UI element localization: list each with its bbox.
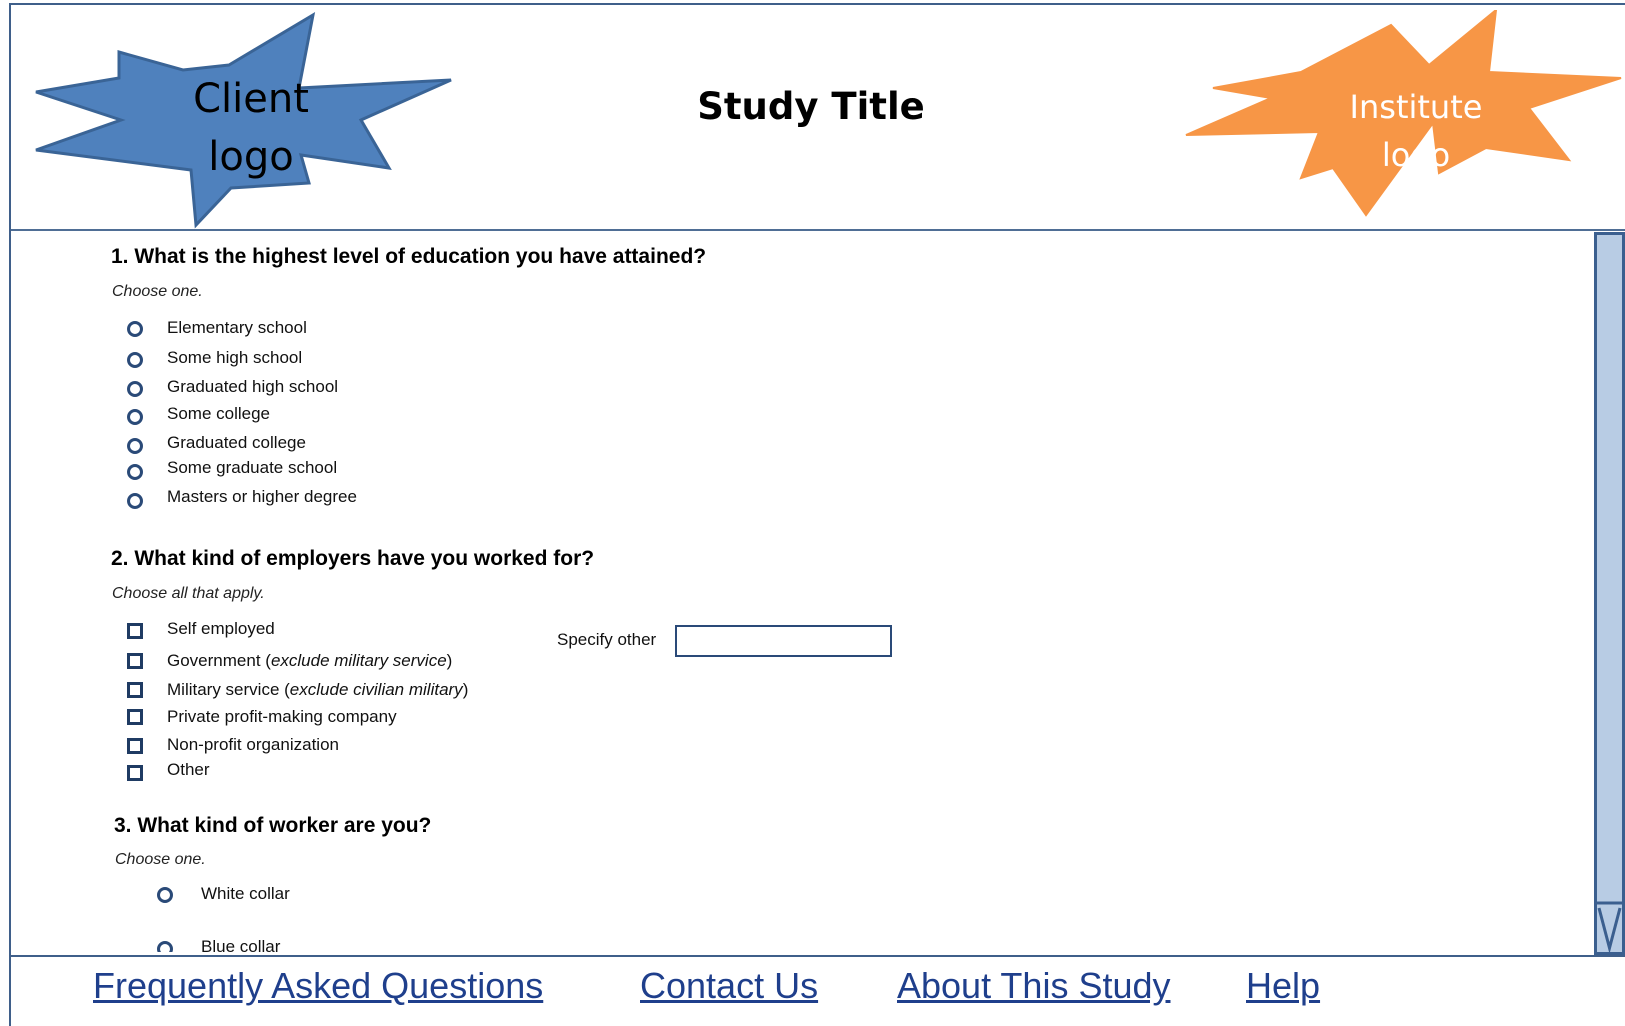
option-label: Some graduate school [167, 458, 338, 477]
checkbox-private-company[interactable] [127, 709, 143, 725]
specify-other-input[interactable] [675, 625, 892, 657]
option-label: Government (exclude military service) [167, 651, 452, 671]
scroll-down-arrow-icon[interactable] [1597, 900, 1622, 952]
option-label: Graduated college [167, 433, 306, 452]
checkbox-non-profit[interactable] [127, 738, 143, 754]
option-label: Some high school [167, 348, 303, 367]
header: Client logo Study Title Institute logo [11, 5, 1625, 231]
radio-some-high-school[interactable] [127, 352, 143, 368]
option-qualifier: exclude civilian military [289, 680, 463, 699]
option-label: Some college [167, 404, 271, 423]
question-3-note: Choose one. [115, 851, 206, 868]
about-study-link[interactable]: About This Study [897, 965, 1171, 1007]
option-label: Other [167, 760, 210, 779]
option-label: Blue collar [201, 937, 281, 952]
radio-some-college[interactable] [127, 409, 143, 425]
radio-blue-collar[interactable] [157, 941, 173, 952]
footer: Frequently Asked Questions Contact Us Ab… [11, 955, 1625, 1026]
vertical-scrollbar[interactable] [1594, 232, 1625, 955]
question-2-title: 2. What kind of employers have you worke… [111, 547, 595, 570]
option-label: Graduated high school [167, 377, 339, 396]
client-logo-text: Client logo [193, 76, 309, 180]
client-logo: Client logo [31, 10, 461, 235]
page-title: Study Title [697, 85, 925, 128]
option-text: Government ( [167, 651, 271, 670]
institute-logo-text: Institute logo [1349, 88, 1483, 174]
radio-elementary-school[interactable] [127, 321, 143, 337]
specify-other-label: Specify other [557, 630, 657, 649]
radio-graduated-high-school[interactable] [127, 381, 143, 397]
institute-logo: Institute logo [1181, 10, 1625, 235]
radio-masters-or-higher[interactable] [127, 493, 143, 509]
option-label: Elementary school [167, 318, 307, 337]
option-qualifier: exclude military service [270, 651, 447, 670]
option-label: Masters or higher degree [167, 487, 357, 506]
question-1-note: Choose one. [112, 283, 203, 300]
question-2-note: Choose all that apply. [112, 585, 265, 602]
checkbox-self-employed[interactable] [127, 623, 143, 639]
radio-some-graduate-school[interactable] [127, 464, 143, 480]
option-label: Non-profit organization [167, 735, 339, 754]
radio-white-collar[interactable] [157, 887, 173, 903]
checkbox-government[interactable] [127, 653, 143, 669]
option-text: Military service ( [167, 680, 290, 699]
option-suffix: ) [462, 680, 469, 699]
option-label: Private profit-making company [167, 707, 397, 726]
checkbox-military-service[interactable] [127, 682, 143, 698]
radio-graduated-college[interactable] [127, 438, 143, 454]
faq-link[interactable]: Frequently Asked Questions [93, 965, 543, 1007]
survey-content: 1. What is the highest level of educatio… [11, 232, 1593, 952]
option-label: Self employed [167, 619, 275, 638]
option-suffix: ) [446, 651, 453, 670]
question-1-title: 1. What is the highest level of educatio… [111, 245, 707, 268]
option-label: Military service (exclude civilian milit… [167, 680, 468, 700]
help-link[interactable]: Help [1246, 965, 1320, 1007]
contact-us-link[interactable]: Contact Us [640, 965, 818, 1007]
option-label: White collar [201, 884, 290, 903]
question-3-title: 3. What kind of worker are you? [114, 814, 432, 837]
checkbox-other[interactable] [127, 765, 143, 781]
